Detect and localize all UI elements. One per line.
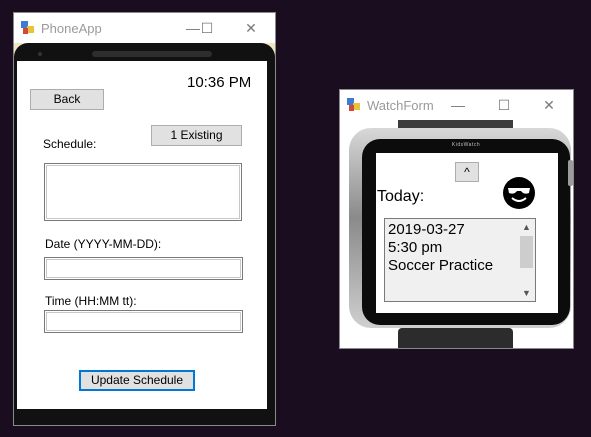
back-button[interactable]: Back: [30, 89, 104, 110]
speaker-grille: [92, 51, 212, 57]
scroll-down-arrow-icon[interactable]: ▼: [519, 286, 534, 300]
date-input[interactable]: [44, 257, 243, 280]
camera-icon: [38, 52, 42, 56]
date-label: Date (YYYY-MM-DD):: [45, 237, 162, 251]
watch-face: KidsWatch ^ Today: 2019-03-27 5:30 pm So…: [362, 139, 570, 325]
app-icon: [21, 21, 34, 34]
time-input[interactable]: [44, 310, 243, 333]
today-listbox[interactable]: 2019-03-27 5:30 pm Soccer Practice ▲ ▼: [384, 218, 536, 302]
watch-titlebar[interactable]: WatchForm — ☐ ✕: [340, 90, 573, 120]
watch-strap-bottom: [398, 328, 513, 348]
watch-case: KidsWatch ^ Today: 2019-03-27 5:30 pm So…: [349, 128, 571, 328]
phone-device-frame: 10:36 PM Back Schedule: 1 Existing Date …: [14, 43, 275, 425]
phone-client-area: 10:36 PM Back Schedule: 1 Existing Date …: [14, 43, 275, 425]
app-icon: [347, 98, 360, 111]
update-schedule-button[interactable]: Update Schedule: [79, 370, 195, 391]
watch-screen: ^ Today: 2019-03-27 5:30 pm Soccer Pract…: [376, 153, 558, 313]
scroll-up-button[interactable]: ^: [455, 162, 479, 182]
time-input-inner: [46, 312, 241, 331]
watch-client-area: KidsWatch ^ Today: 2019-03-27 5:30 pm So…: [340, 120, 573, 348]
vertical-scrollbar[interactable]: ▲ ▼: [519, 220, 534, 300]
window-title: WatchForm: [367, 98, 434, 113]
time-label: Time (HH:MM tt):: [45, 294, 137, 308]
schedule-textarea-inner: [46, 165, 240, 219]
close-button[interactable]: ✕: [538, 94, 560, 116]
date-input-inner: [46, 259, 241, 278]
schedule-label: Schedule:: [43, 137, 97, 151]
list-item[interactable]: 2019-03-27: [388, 221, 465, 238]
scrollbar-thumb[interactable]: [520, 236, 533, 268]
phone-titlebar[interactable]: PhoneApp — ☐ ✕: [14, 13, 275, 43]
scroll-up-arrow-icon[interactable]: ▲: [519, 220, 534, 234]
close-button[interactable]: ✕: [240, 17, 262, 39]
watch-brand-label: KidsWatch: [451, 142, 481, 148]
maximize-button[interactable]: ☐: [493, 94, 515, 116]
minimize-button[interactable]: —: [447, 94, 469, 116]
cool-face-icon: [503, 177, 535, 209]
list-item[interactable]: 5:30 pm: [388, 239, 442, 256]
phone-app-window: PhoneApp — ☐ ✕ 10:36 PM Back Schedule: 1…: [13, 12, 276, 426]
watch-crown: [568, 160, 573, 186]
maximize-button[interactable]: ☐: [196, 17, 218, 39]
list-item[interactable]: Soccer Practice: [388, 257, 493, 274]
today-label: Today:: [377, 188, 425, 205]
clock-label: 10:36 PM: [187, 74, 252, 91]
watch-form-window: WatchForm — ☐ ✕ KidsWatch ^ Today: 2019-…: [339, 89, 574, 349]
phone-screen: 10:36 PM Back Schedule: 1 Existing Date …: [17, 61, 267, 409]
schedule-textarea[interactable]: [44, 163, 242, 221]
window-title: PhoneApp: [41, 21, 102, 36]
existing-button[interactable]: 1 Existing: [151, 125, 242, 146]
